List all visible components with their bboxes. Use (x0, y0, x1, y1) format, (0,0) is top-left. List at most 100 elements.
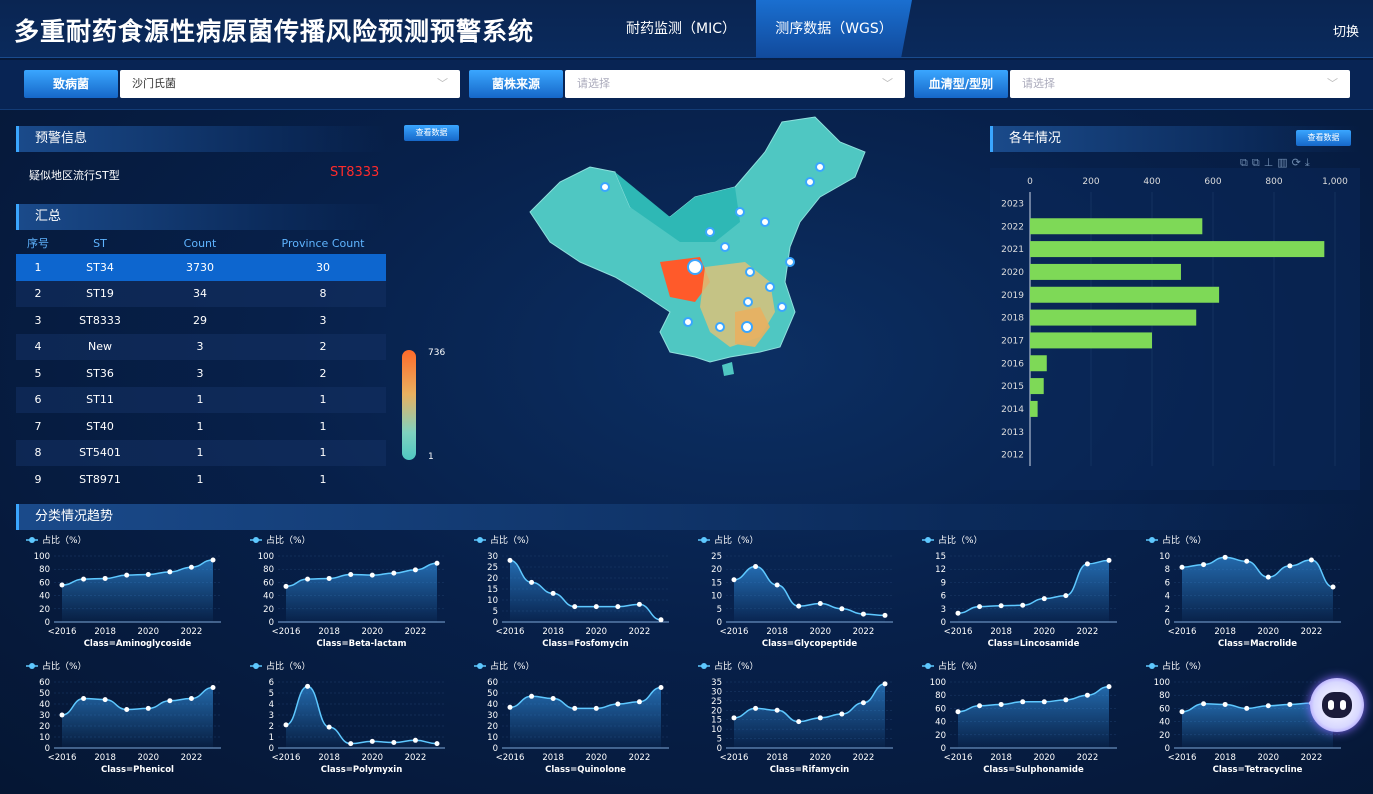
table-cell: ST5401 (79, 446, 121, 460)
table-cell: New (88, 340, 112, 354)
table-row[interactable]: 8 ST5401 1 1 (16, 439, 386, 466)
area-fill (734, 683, 885, 748)
y-tick-label: 3 (269, 711, 274, 721)
tab-wgs[interactable]: 测序数据（WGS） (756, 0, 912, 58)
x-tick-label: 2018 (766, 753, 788, 763)
source-select[interactable]: 请选择 ﹀ (565, 70, 905, 98)
data-point (167, 698, 173, 704)
year-view-data-button[interactable]: 查看数据 (1296, 130, 1351, 146)
y-tick-label: 20 (711, 706, 722, 716)
source-placeholder: 请选择 (577, 77, 610, 90)
trend-chart: 占比（%）051015202530<2016 2018 2020 2022Class=… (474, 534, 669, 649)
data-point (81, 576, 87, 582)
pathogen-label: 致病菌 (24, 70, 118, 98)
data-point (882, 612, 888, 618)
data-point (1308, 557, 1314, 563)
switch-link[interactable]: 切换 (1333, 21, 1359, 40)
y-tick-label: 80 (935, 691, 946, 701)
table-row[interactable]: 9 ST8971 1 1 (16, 466, 386, 493)
table-cell: ST8333 (79, 313, 121, 327)
y-tick-label: 80 (263, 565, 274, 575)
data-point (1201, 562, 1207, 568)
china-map[interactable] (520, 112, 880, 492)
data-point (1041, 596, 1047, 602)
trend-chart: 占比（%）020406080100<2016 2018 2020 2022Class=… (922, 660, 1117, 775)
data-point (1020, 602, 1026, 608)
data-point (955, 709, 961, 715)
data-point (550, 696, 556, 701)
data-point (572, 604, 578, 610)
data-point (391, 570, 397, 576)
warning-view-data-button[interactable]: 查看数据 (404, 125, 459, 141)
data-point (1265, 703, 1271, 709)
tab-mic[interactable]: 耐药监测（MIC） (608, 0, 754, 58)
col-header: ST (93, 236, 107, 250)
x-tick-label: 1,000 (1322, 177, 1348, 187)
trend-chart: 占比（%）03691215<2016 2018 2020 2022Class=Linc… (922, 534, 1117, 649)
x-tick-label: <2016 (720, 627, 749, 637)
y-tick-label: 2016 (1001, 359, 1024, 369)
data-point (998, 603, 1004, 609)
data-point (817, 715, 823, 721)
assistant-robot-icon[interactable] (1310, 678, 1364, 732)
y-tick-label: 35 (711, 678, 722, 688)
table-cell: 9 (34, 472, 42, 486)
y-tick-label: 4 (269, 700, 274, 710)
x-tick-label: 2022 (853, 627, 875, 637)
y-tick-label: 30 (39, 711, 50, 721)
bar (1030, 355, 1047, 372)
data-point (59, 582, 65, 588)
table-row[interactable]: 7 ST40 1 1 (16, 413, 386, 440)
data-point (615, 701, 621, 707)
x-tick-label: <2016 (1168, 753, 1197, 763)
x-tick-label: 2022 (853, 753, 875, 763)
data-point (102, 697, 108, 703)
x-tick-label: <2016 (944, 753, 973, 763)
table-row[interactable]: 2 ST19 34 8 (16, 280, 386, 307)
y-tick-label: 20 (39, 722, 50, 732)
y-tick-label: 60 (935, 704, 946, 714)
y-tick-label: 25 (711, 552, 722, 562)
bar (1030, 241, 1325, 258)
x-tick-label: <2016 (48, 627, 77, 637)
data-point (1084, 561, 1090, 567)
table-cell: 29 (193, 313, 207, 327)
data-point (593, 705, 599, 711)
table-row[interactable]: 4 New 3 2 (16, 333, 386, 360)
y-tick-label: 2020 (1001, 268, 1024, 278)
x-tick-label: 2022 (405, 627, 427, 637)
x-tick-label: 2022 (1301, 627, 1323, 637)
map-legend-bar (402, 350, 416, 460)
y-tick-label: 12 (935, 565, 946, 575)
trend-title: 分类情况趋势 (16, 504, 1360, 530)
pathogen-select[interactable]: 沙门氏菌 ﹀ (120, 70, 460, 98)
bar (1030, 286, 1220, 303)
data-point (796, 719, 802, 725)
data-point (636, 699, 642, 705)
bar (1030, 378, 1044, 395)
data-point (1041, 699, 1047, 705)
table-cell: 30 (316, 260, 330, 274)
y-tick-label: 8 (1165, 565, 1170, 575)
x-tick-label: 2018 (318, 753, 340, 763)
table-cell: 1 (196, 419, 204, 433)
x-tick-label: 400 (1143, 177, 1160, 187)
table-row[interactable]: 3 ST8333 29 3 (16, 307, 386, 334)
serotype-select[interactable]: 请选择 ﹀ (1010, 70, 1350, 98)
data-point (412, 737, 418, 743)
x-axis-label: Class=Beta-lactam (316, 639, 406, 649)
table-row[interactable]: 1 ST34 3730 30 (16, 254, 386, 281)
y-tick-label: 9 (941, 578, 946, 588)
area-fill (958, 560, 1109, 622)
y-tick-label: 2 (269, 722, 274, 732)
data-point (1222, 554, 1228, 560)
trend-chart: 占比（%）0102030405060<2016 2018 2020 2022Class… (474, 660, 669, 775)
y-tick-label: 20 (263, 605, 274, 615)
table-row[interactable]: 5 ST36 3 2 (16, 360, 386, 387)
y-tick-label: 60 (39, 578, 50, 588)
table-row[interactable]: 6 ST11 1 1 (16, 386, 386, 413)
data-point (507, 557, 513, 563)
x-tick-label: <2016 (272, 627, 301, 637)
data-point (210, 685, 216, 690)
x-tick-label: 2018 (990, 627, 1012, 637)
